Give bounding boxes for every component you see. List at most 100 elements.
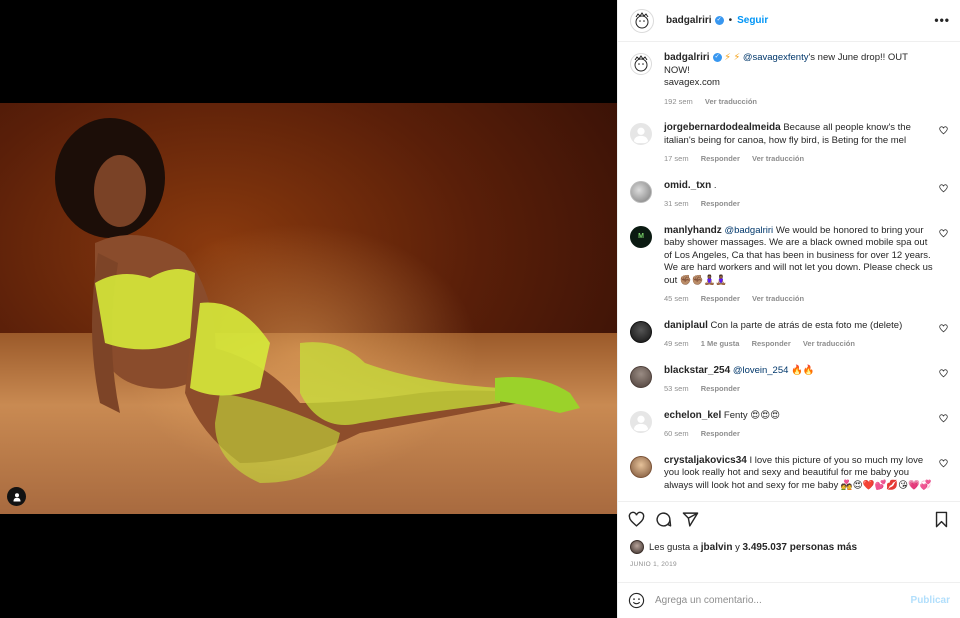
comment-body: omid._txn . 31 sem Responder — [664, 180, 948, 211]
comment-username[interactable]: omid._txn — [664, 180, 711, 191]
reply-button[interactable]: Responder — [701, 294, 740, 303]
like-comment-heart-icon[interactable] — [939, 183, 948, 193]
action-bar — [618, 501, 960, 537]
reply-button[interactable]: Responder — [701, 429, 740, 438]
translate-button[interactable]: Ver traducción — [752, 294, 804, 303]
verified-icon: ✓ — [712, 52, 722, 62]
user-tag-button[interactable] — [7, 487, 26, 506]
commenter-avatar[interactable] — [630, 123, 652, 145]
verified-icon: ✓ — [714, 16, 724, 25]
reply-button[interactable]: Responder — [701, 199, 740, 208]
comment: omid._txn . 31 sem Responder — [630, 180, 948, 211]
bookmark-icon — [935, 511, 948, 528]
comment-time[interactable]: 17 sem — [664, 154, 689, 163]
caption-meta: 192 sem Ver traducción — [664, 96, 934, 109]
comment-likes[interactable]: 1 Me gusta — [701, 339, 740, 348]
comment-time[interactable]: 60 sem — [664, 429, 689, 438]
follow-button[interactable]: Seguir — [737, 15, 768, 26]
comment: daniplaul Con la parte de atrás de esta … — [630, 320, 948, 351]
user-tag-icon — [13, 492, 20, 501]
comment-time[interactable]: 31 sem — [664, 199, 689, 208]
comment-time[interactable]: 49 sem — [664, 339, 689, 348]
comment: echelon_kel Fenty 😍😍😍 60 sem Responder — [630, 410, 948, 441]
share-button[interactable] — [682, 511, 699, 528]
author-username[interactable]: badgalriri — [666, 15, 712, 26]
likes-summary: Les gusta a jbalvin y 3.495.037 personas… — [630, 540, 857, 554]
commenter-avatar[interactable] — [630, 365, 652, 388]
comment-username[interactable]: crystaljakovics34 — [664, 455, 747, 466]
comment-body: crystaljakovics34 I love this picture of… — [664, 455, 948, 493]
translate-button[interactable]: Ver traducción — [803, 339, 855, 348]
header-dot: • — [728, 15, 733, 26]
post-date[interactable]: JUNIO 1, 2019 — [630, 561, 677, 568]
commenter-avatar[interactable] — [630, 410, 652, 433]
emoji-button[interactable] — [628, 592, 645, 609]
likes-middle: y — [735, 541, 740, 553]
reply-button[interactable]: Responder — [701, 384, 740, 393]
save-button[interactable] — [933, 511, 950, 528]
caption: badgalriri ✓ ⚡ ⚡ @savagexfenty's new June… — [630, 52, 948, 108]
likes-count[interactable]: 3.495.037 personas más — [742, 542, 857, 553]
comment-button[interactable] — [655, 511, 672, 528]
comment: M manlyhandz @badgalriri We would be hon… — [630, 225, 948, 306]
caption-mention[interactable]: @savagexfenty — [743, 52, 809, 63]
more-icon[interactable]: ••• — [934, 13, 950, 27]
caption-link[interactable]: savagex.com — [664, 77, 720, 88]
caption-avatar[interactable] — [630, 53, 652, 75]
caption-emojis: ⚡ ⚡ — [724, 52, 741, 63]
reply-button[interactable]: Responder — [752, 339, 791, 348]
post-sidebar: badgalriri ✓ • Seguir ••• badgalriri ✓ ⚡ … — [617, 0, 960, 618]
comment-mention[interactable]: @badgalriri — [724, 225, 773, 236]
like-comment-heart-icon[interactable] — [939, 323, 948, 333]
post-photo[interactable] — [0, 103, 617, 514]
post-header: badgalriri ✓ • Seguir ••• — [618, 0, 960, 42]
liker-avatar[interactable] — [630, 540, 644, 554]
commenter-avatar[interactable] — [630, 455, 652, 478]
comment-icon — [656, 512, 672, 527]
comment-username[interactable]: manlyhandz — [664, 225, 722, 236]
comment-meta: 60 sem Responder — [664, 428, 934, 441]
comment: crystaljakovics34 I love this picture of… — [630, 455, 948, 493]
liker-username[interactable]: jbalvin — [701, 542, 733, 553]
comment-username[interactable]: echelon_kel — [664, 410, 721, 421]
translate-button[interactable]: Ver traducción — [752, 154, 804, 163]
share-icon — [682, 512, 699, 527]
comment-text: 🔥🔥 — [791, 364, 815, 376]
comment-input[interactable]: Agrega un comentario... — [655, 595, 911, 606]
comment-mention[interactable]: @lovein_254 — [733, 365, 789, 376]
publish-button[interactable]: Publicar — [911, 595, 950, 606]
add-comment-bar: Agrega un comentario... Publicar — [618, 582, 960, 618]
comment-body: blackstar_254 @lovein_254 🔥🔥 53 sem Resp… — [664, 365, 948, 396]
like-comment-heart-icon[interactable] — [939, 228, 948, 238]
comment-text: Fenty 😍😍😍 — [723, 409, 781, 421]
comment-body: jorgebernardodealmeida Because all peopl… — [664, 122, 948, 166]
commenter-avatar[interactable]: M — [630, 225, 652, 248]
comment-time[interactable]: 45 sem — [664, 294, 689, 303]
comment-time[interactable]: 53 sem — [664, 384, 689, 393]
comments-list[interactable]: badgalriri ✓ ⚡ ⚡ @savagexfenty's new June… — [618, 42, 960, 501]
comment-meta: 53 sem Responder — [664, 383, 934, 396]
comment-username[interactable]: daniplaul — [664, 320, 708, 331]
like-comment-heart-icon[interactable] — [939, 126, 948, 135]
emoji-icon — [628, 592, 645, 609]
reply-button[interactable]: Responder — [701, 154, 740, 163]
like-comment-heart-icon[interactable] — [939, 413, 948, 423]
comment: jorgebernardodealmeida Because all peopl… — [630, 122, 948, 166]
comment-meta: 17 sem Responder Ver traducción — [664, 153, 934, 166]
like-comment-heart-icon[interactable] — [939, 458, 948, 468]
comment-meta: 45 sem Responder Ver traducción — [664, 293, 934, 306]
caption-time[interactable]: 192 sem — [664, 97, 693, 106]
comment-username[interactable]: jorgebernardodealmeida — [664, 122, 781, 133]
author-avatar[interactable] — [630, 8, 654, 33]
commenter-avatar[interactable] — [630, 320, 652, 343]
comment-username[interactable]: blackstar_254 — [664, 365, 730, 376]
caption-body: badgalriri ✓ ⚡ ⚡ @savagexfenty's new June… — [664, 52, 948, 108]
commenter-avatar[interactable] — [630, 180, 652, 203]
likes-prefix: Les gusta a — [649, 541, 699, 553]
like-comment-heart-icon[interactable] — [939, 368, 948, 378]
heart-icon — [628, 511, 645, 527]
caption-username[interactable]: badgalriri — [664, 52, 710, 63]
like-button[interactable] — [628, 511, 645, 528]
comment: blackstar_254 @lovein_254 🔥🔥 53 sem Resp… — [630, 365, 948, 396]
caption-translate[interactable]: Ver traducción — [705, 97, 757, 106]
